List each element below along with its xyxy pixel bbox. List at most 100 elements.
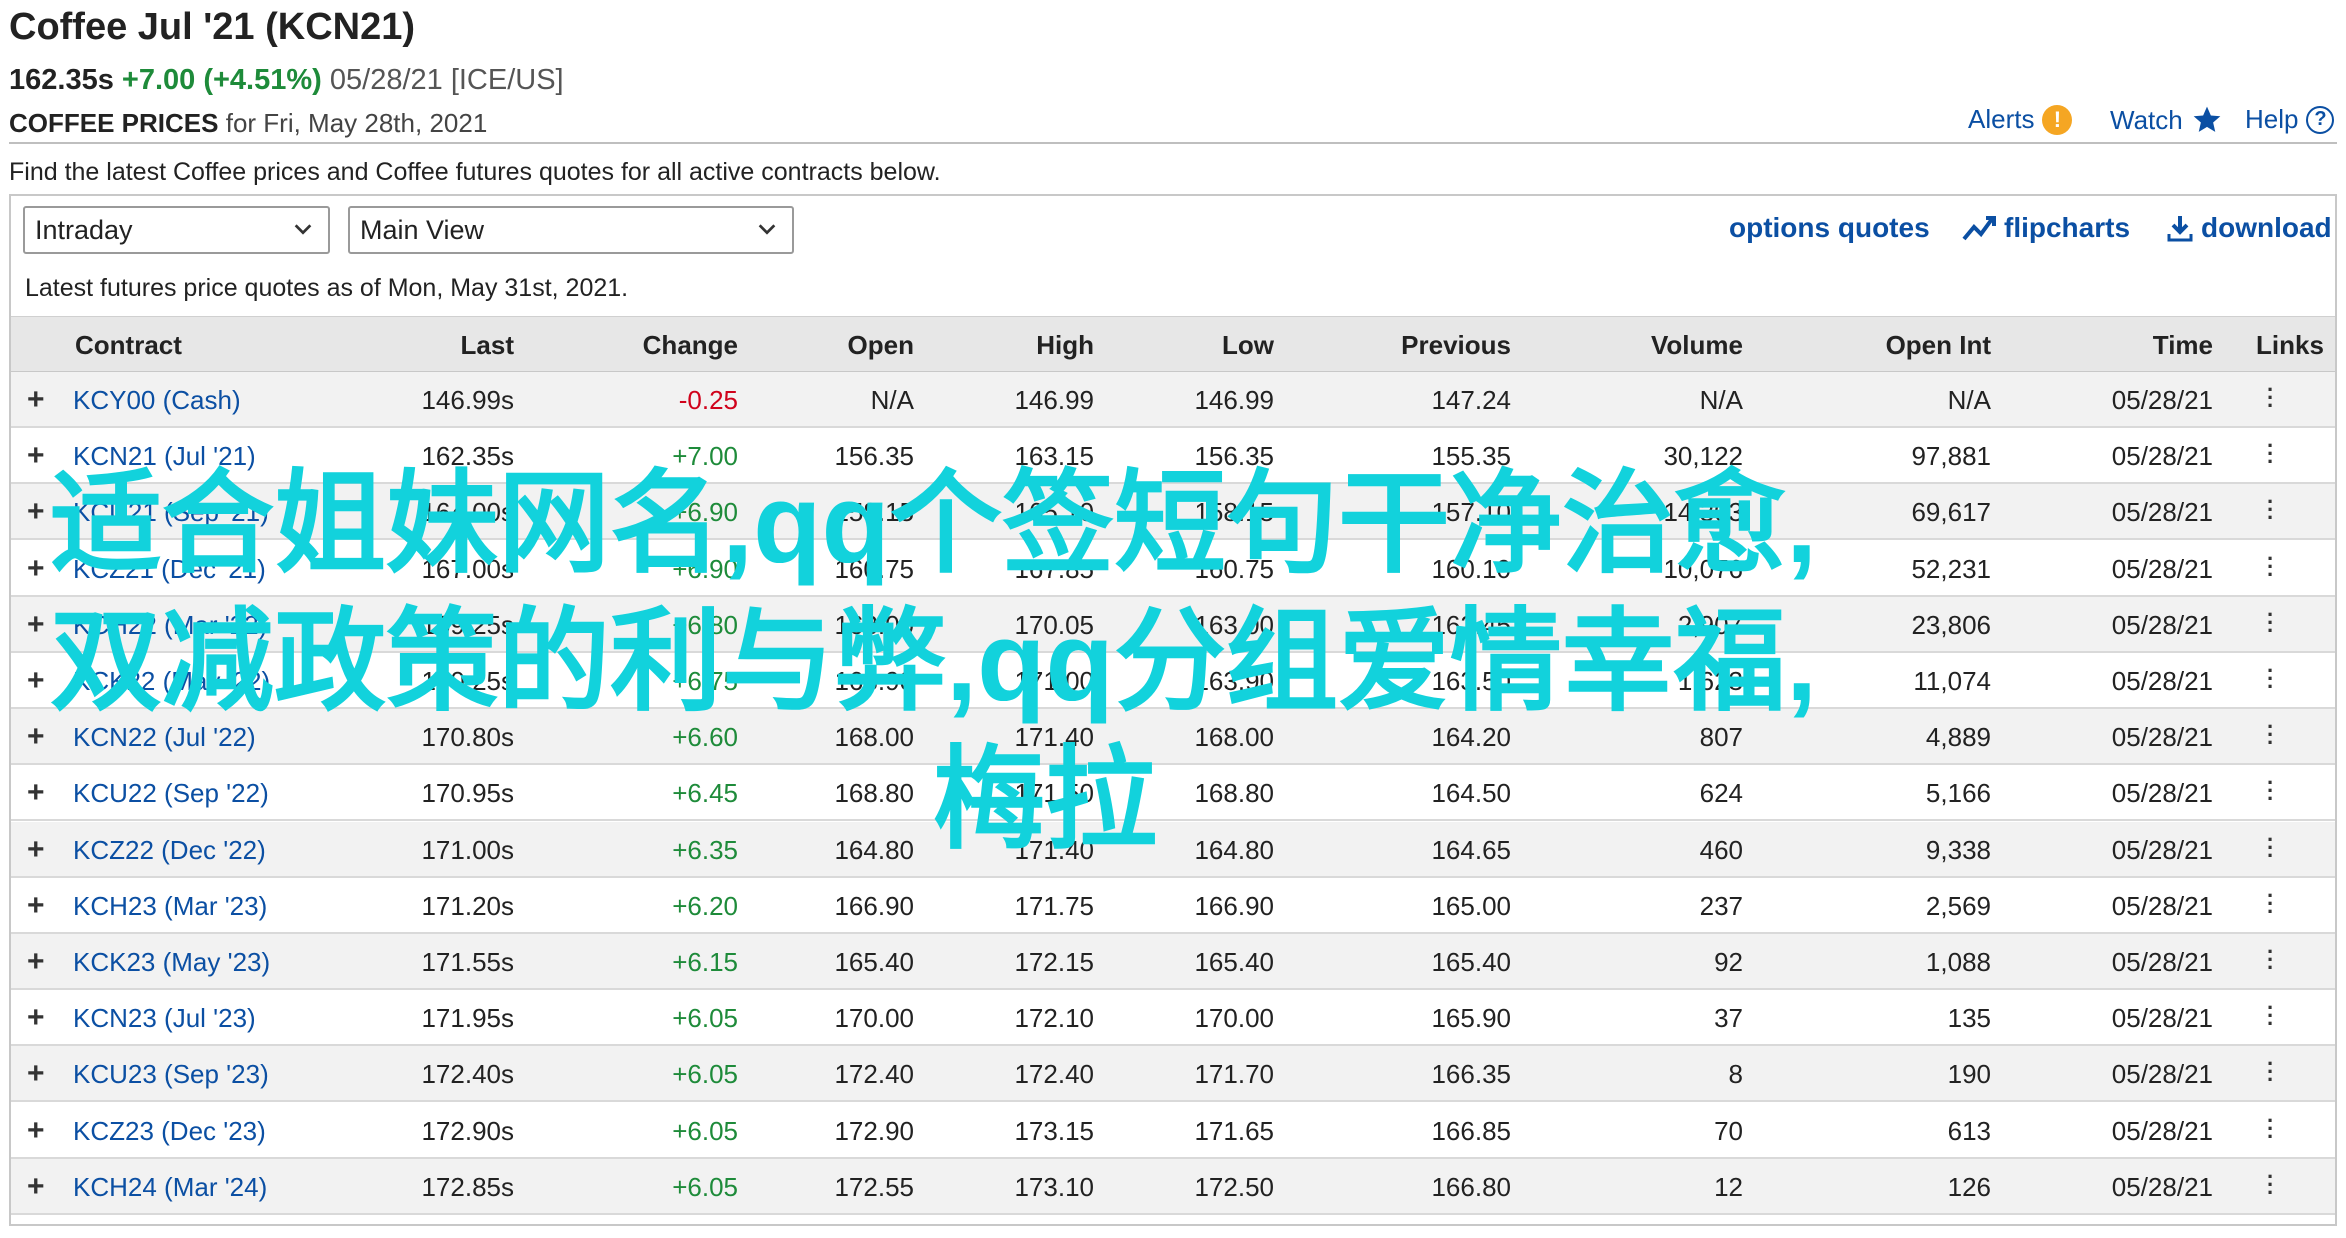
cell-high: 173.15 [1014,1115,1094,1146]
cell-time: 05/28/21 [2111,890,2213,921]
cell-high: 171.75 [1014,890,1094,921]
watch-link[interactable]: Watch [2110,104,2223,136]
cell-contract-link[interactable]: KCH24 (Mar '24) [73,1172,267,1203]
cell-previous: 165.00 [1431,890,1511,921]
expand-plus-icon[interactable]: + [27,383,45,417]
more-vertical-icon[interactable]: · · · [2267,491,2274,529]
more-vertical-icon[interactable]: · · · [2267,1109,2274,1147]
intro-text: Find the latest Coffee prices and Coffee… [9,158,941,186]
expand-plus-icon[interactable]: + [27,552,45,586]
expand-plus-icon[interactable]: + [27,889,45,923]
more-vertical-icon[interactable]: · · · [2267,1053,2274,1091]
interval-select[interactable]: Intraday [23,206,330,254]
cell-high: 172.15 [1014,947,1094,977]
cell-high: 172.40 [1014,1059,1094,1090]
page-title: Coffee Jul '21 (KCN21) [9,6,416,48]
flipcharts-label: flipcharts [2004,212,2131,243]
cell-open-int: 126 [1947,1171,1991,1202]
expand-plus-icon[interactable]: + [27,1114,45,1148]
more-vertical-icon[interactable]: · · · [2267,1165,2274,1203]
cell-low: 166.90 [1194,890,1274,921]
expand-plus-icon[interactable]: + [27,495,45,529]
cell-open: N/A [870,385,914,415]
as-of-text: Latest futures price quotes as of Mon, M… [25,274,629,302]
cell-time: 05/28/21 [2111,666,2213,696]
options-quotes-link[interactable]: options quotes [1729,212,1930,244]
more-vertical-icon[interactable]: · · · [2267,660,2274,698]
cell-open-int: 1,088 [1925,947,1991,977]
cell-time: 05/28/21 [2111,385,2213,415]
view-select-value: Main View [360,214,485,245]
expand-plus-icon[interactable]: + [27,833,45,867]
cell-contract-link[interactable]: KCN23 (Jul '23) [73,1003,256,1034]
more-vertical-icon[interactable]: · · · [2267,716,2274,754]
col-change[interactable]: Change [568,330,738,361]
flipcharts-link[interactable]: flipcharts [1962,212,2130,244]
more-vertical-icon[interactable]: · · · [2267,941,2274,979]
cell-contract-link[interactable]: KCU23 (Sep '23) [73,1059,269,1090]
download-link[interactable]: download [2167,212,2332,244]
expand-plus-icon[interactable]: + [27,776,45,810]
cell-contract-link[interactable]: KCK23 (May '23) [73,947,270,978]
col-last[interactable]: Last [351,330,514,361]
col-open[interactable]: Open [751,330,914,361]
cell-low: 170.00 [1194,1003,1274,1034]
cell-previous: 166.35 [1431,1059,1511,1090]
cell-volume: 92 [1714,947,1743,977]
cell-time: 05/28/21 [2111,1003,2213,1034]
cell-open-int: 190 [1947,1059,1991,1090]
expand-plus-icon[interactable]: + [27,1001,45,1035]
cell-time: 05/28/21 [2111,441,2213,472]
cell-time: 05/28/21 [2111,834,2213,865]
more-vertical-icon[interactable]: · · · [2267,547,2274,585]
col-open-int[interactable]: Open Int [1781,330,1991,361]
table-row: + KCH23 (Mar '23) 171.20s +6.20 166.90 171.75… [11,878,2335,934]
more-vertical-icon[interactable]: · · · [2267,884,2274,922]
col-time[interactable]: Time [2051,330,2213,361]
cell-volume: 70 [1714,1115,1743,1146]
overlay-line-3: 梅拉 [933,737,1157,862]
help-link[interactable]: Help ? [2245,104,2335,135]
col-low[interactable]: Low [1111,330,1274,361]
section-heading: COFFEE PRICES for Fri, May 28th, 2021 [9,108,487,139]
expand-plus-icon[interactable]: + [27,720,45,754]
col-contract[interactable]: Contract [75,330,182,361]
table-row: + KCK23 (May '23) 171.55s +6.15 165.40 172.15… [11,934,2335,990]
col-high[interactable]: High [931,330,1094,361]
cell-time: 05/28/21 [2111,722,2213,753]
cell-last: 171.95s [421,1003,514,1034]
more-vertical-icon[interactable]: · · · [2267,603,2274,641]
expand-plus-icon[interactable]: + [27,1170,45,1204]
cell-previous: 165.90 [1431,1003,1511,1034]
cell-open: 165.40 [834,947,914,977]
expand-plus-icon[interactable]: + [27,945,45,979]
cell-volume: 12 [1714,1171,1743,1202]
more-vertical-icon[interactable]: · · · [2267,379,2274,417]
expand-plus-icon[interactable]: + [27,439,45,473]
overlay-text: 适合姐妹网名,qq个签短句干净治愈, 双减政策的利与弊,qq分组爱情幸福, 梅拉 [50,455,2040,869]
cell-open-int: 2,569 [1925,890,1991,921]
col-previous[interactable]: Previous [1311,330,1511,361]
more-vertical-icon[interactable]: · · · [2267,997,2274,1035]
view-select[interactable]: Main View [348,206,794,254]
table-row: + KCN23 (Jul '23) 171.95s +6.05 170.00 172.10… [11,990,2335,1047]
quote-meta: 05/28/21 [ICE/US] [329,64,564,96]
more-vertical-icon[interactable]: · · · [2267,828,2274,866]
cell-time: 05/28/21 [2111,609,2213,640]
more-vertical-icon[interactable]: · · · [2267,772,2274,810]
cell-contract-link[interactable]: KCZ23 (Dec '23) [73,1116,266,1147]
cell-open-int: 613 [1947,1115,1991,1146]
cell-last: 172.85s [421,1171,514,1202]
expand-plus-icon[interactable]: + [27,608,45,642]
cell-contract-link[interactable]: KCY00 (Cash) [73,385,241,416]
cell-low: 146.99 [1194,385,1274,415]
col-volume[interactable]: Volume [1551,330,1743,361]
alerts-link[interactable]: Alerts ! [1968,104,2073,135]
table-row: + KCH24 (Mar '24) 172.85s +6.05 172.55 173.10… [11,1158,2335,1215]
cell-previous: 166.80 [1431,1171,1511,1202]
more-vertical-icon[interactable]: · · · [2267,435,2274,473]
expand-plus-icon[interactable]: + [27,664,45,698]
expand-plus-icon[interactable]: + [27,1057,45,1091]
cell-contract-link[interactable]: KCH23 (Mar '23) [73,891,267,922]
cell-time: 05/28/21 [2111,553,2213,584]
